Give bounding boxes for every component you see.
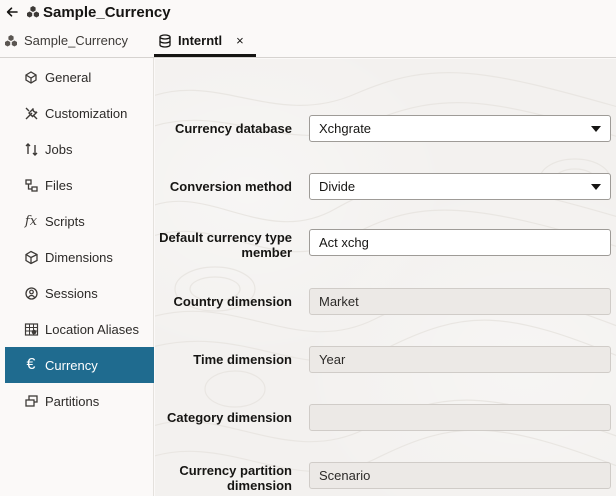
sidebar-item-label: General [45,69,92,85]
chevron-down-icon [591,126,601,132]
sidebar-item-label: Files [45,177,73,193]
field-time-dimension: Time dimension Year [155,346,616,373]
sidebar-item-label: Jobs [45,141,73,157]
sessions-icon [23,285,39,301]
sidebar-item-label: Sessions [45,285,98,301]
sidebar-item-jobs[interactable]: Jobs [5,131,154,167]
fx-icon: fx [24,213,38,229]
tab-label: Interntl [178,33,223,48]
partitions-icon [23,393,39,409]
chevron-down-icon [591,184,601,190]
page-title: Sample_Currency [43,3,171,21]
tab-interntl[interactable]: Interntl × [154,24,256,57]
default-currency-type-member-input[interactable]: Act xchg [309,229,611,256]
currency-partition-dimension-value: Scenario [319,468,371,483]
field-currency-partition-dimension: Currency partition dimension Scenario [155,462,616,493]
tab-sample-currency[interactable]: Sample_Currency [0,24,136,57]
sidebar-item-sessions[interactable]: Sessions [5,275,154,311]
tab-bar: Sample_Currency Interntl × [0,24,616,58]
conversion-method-value: Divide [319,179,356,194]
category-dimension-label: Category dimension [167,410,292,425]
sidebar-item-general[interactable]: General [5,59,154,95]
grid-link-icon [23,321,39,337]
currency-partition-dimension-field: Scenario [309,462,611,489]
close-tab-button[interactable]: × [236,33,244,48]
cube-cluster-icon [5,34,17,46]
arrow-left-icon [6,7,18,17]
currency-settings-panel: Currency database Xchgrate Conversion me… [155,59,616,496]
tools-icon [23,105,39,121]
database-icon [159,33,171,48]
field-default-currency-type-member: Default currency type member Act xchg [155,229,616,260]
sidebar-item-files[interactable]: Files [5,167,154,203]
default-currency-type-member-value: Act xchg [319,235,369,250]
sidebar-item-label: Partitions [45,393,100,409]
title-bar: Sample_Currency [0,0,616,24]
conversion-method-label: Conversion method [169,179,292,194]
field-category-dimension: Category dimension [155,404,616,431]
conversion-method-select[interactable]: Divide [309,173,611,200]
currency-partition-dimension-label: Currency partition dimension [179,463,292,493]
field-conversion-method: Conversion method Divide [155,173,616,200]
sidebar-item-label: Currency [45,357,98,373]
currency-database-label: Currency database [174,121,292,136]
sidebar: General Customization Jobs Files fx Scri… [0,58,154,496]
time-dimension-label: Time dimension [193,352,292,367]
field-country-dimension: Country dimension Market [155,288,616,315]
sidebar-item-scripts[interactable]: fx Scripts [5,203,154,239]
jobs-icon [23,141,39,157]
sidebar-item-dimensions[interactable]: Dimensions [5,239,154,275]
cube-dimensions-icon [23,249,39,265]
files-icon [23,177,39,193]
cube-edit-icon [23,69,39,85]
country-dimension-label: Country dimension [173,294,292,309]
sidebar-item-label: Dimensions [45,249,113,265]
country-dimension-field: Market [309,288,611,315]
sidebar-item-currency[interactable]: € Currency [5,347,154,383]
euro-icon: € [26,356,36,373]
sidebar-item-label: Location Aliases [45,321,139,337]
sidebar-item-customization[interactable]: Customization [5,95,154,131]
sidebar-item-label: Scripts [45,213,85,229]
time-dimension-value: Year [319,352,346,367]
default-currency-type-member-label: Default currency type member [159,230,292,260]
cube-cluster-icon [27,6,39,18]
tab-label: Sample_Currency [24,33,129,48]
sidebar-item-location-aliases[interactable]: Location Aliases [5,311,154,347]
sidebar-item-partitions[interactable]: Partitions [5,383,154,419]
country-dimension-value: Market [319,294,359,309]
back-button[interactable] [2,0,22,24]
category-dimension-field [309,404,611,431]
field-currency-database: Currency database Xchgrate [155,115,616,142]
time-dimension-field: Year [309,346,611,373]
currency-database-value: Xchgrate [319,121,372,136]
currency-database-select[interactable]: Xchgrate [309,115,611,142]
sidebar-item-label: Customization [45,105,128,121]
